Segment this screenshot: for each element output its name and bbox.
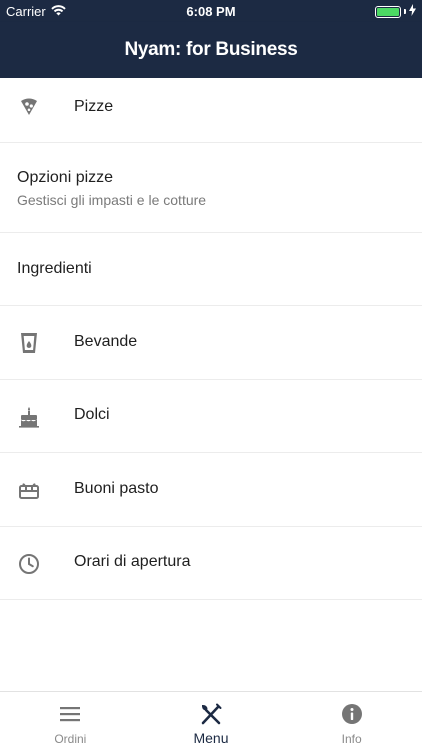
menu-item-ingredienti[interactable]: Ingredienti bbox=[0, 233, 422, 306]
tab-label: Menu bbox=[193, 730, 229, 746]
page-title: Nyam: for Business bbox=[124, 39, 298, 60]
status-bar: Carrier 6:08 PM bbox=[0, 0, 422, 22]
list-icon bbox=[58, 702, 82, 726]
drink-icon bbox=[16, 330, 42, 356]
status-right bbox=[375, 4, 416, 19]
navigation-bar: Nyam: for Business bbox=[0, 22, 422, 78]
clock-icon bbox=[16, 551, 42, 577]
menu-item-sublabel: Gestisci gli impasti e le cotture bbox=[17, 192, 207, 208]
tab-ordini[interactable]: Ordini bbox=[0, 692, 141, 750]
tab-label: Ordini bbox=[54, 732, 87, 746]
menu-item-dolci[interactable]: Dolci bbox=[0, 380, 422, 453]
pizza-icon bbox=[16, 93, 42, 119]
cutlery-icon bbox=[199, 702, 223, 726]
cake-icon bbox=[16, 404, 42, 430]
menu-item-label: Bevande bbox=[74, 333, 138, 350]
menu-item-label: Opzioni pizze bbox=[17, 169, 114, 186]
menu-item-label: Dolci bbox=[74, 406, 110, 423]
status-time: 6:08 PM bbox=[186, 4, 236, 19]
menu-item-label: Buoni pasto bbox=[74, 480, 159, 497]
voucher-icon bbox=[16, 477, 42, 503]
battery-icon bbox=[375, 5, 401, 18]
menu-item-label: Pizze bbox=[74, 98, 114, 115]
menu-item-orari-apertura[interactable]: Orari di apertura bbox=[0, 527, 422, 600]
tab-menu[interactable]: Menu bbox=[141, 692, 282, 750]
menu-item-label: Orari di apertura bbox=[74, 553, 191, 570]
info-icon bbox=[340, 702, 364, 726]
menu-item-pizze[interactable]: Pizze bbox=[0, 78, 422, 143]
menu-item-bevande[interactable]: Bevande bbox=[0, 306, 422, 380]
tab-bar: Ordini Menu Info bbox=[0, 691, 422, 750]
menu-item-opzioni-pizze[interactable]: Opzioni pizze Gestisci gli impasti e le … bbox=[0, 143, 422, 233]
menu-list: Pizze Opzioni pizze Gestisci gli impasti… bbox=[0, 78, 422, 600]
battery-cap bbox=[404, 9, 406, 14]
charging-icon bbox=[409, 4, 416, 19]
menu-item-label: Ingredienti bbox=[17, 260, 92, 277]
tab-label: Info bbox=[341, 732, 362, 746]
tab-info[interactable]: Info bbox=[281, 692, 422, 750]
menu-item-buoni-pasto[interactable]: Buoni pasto bbox=[0, 453, 422, 527]
